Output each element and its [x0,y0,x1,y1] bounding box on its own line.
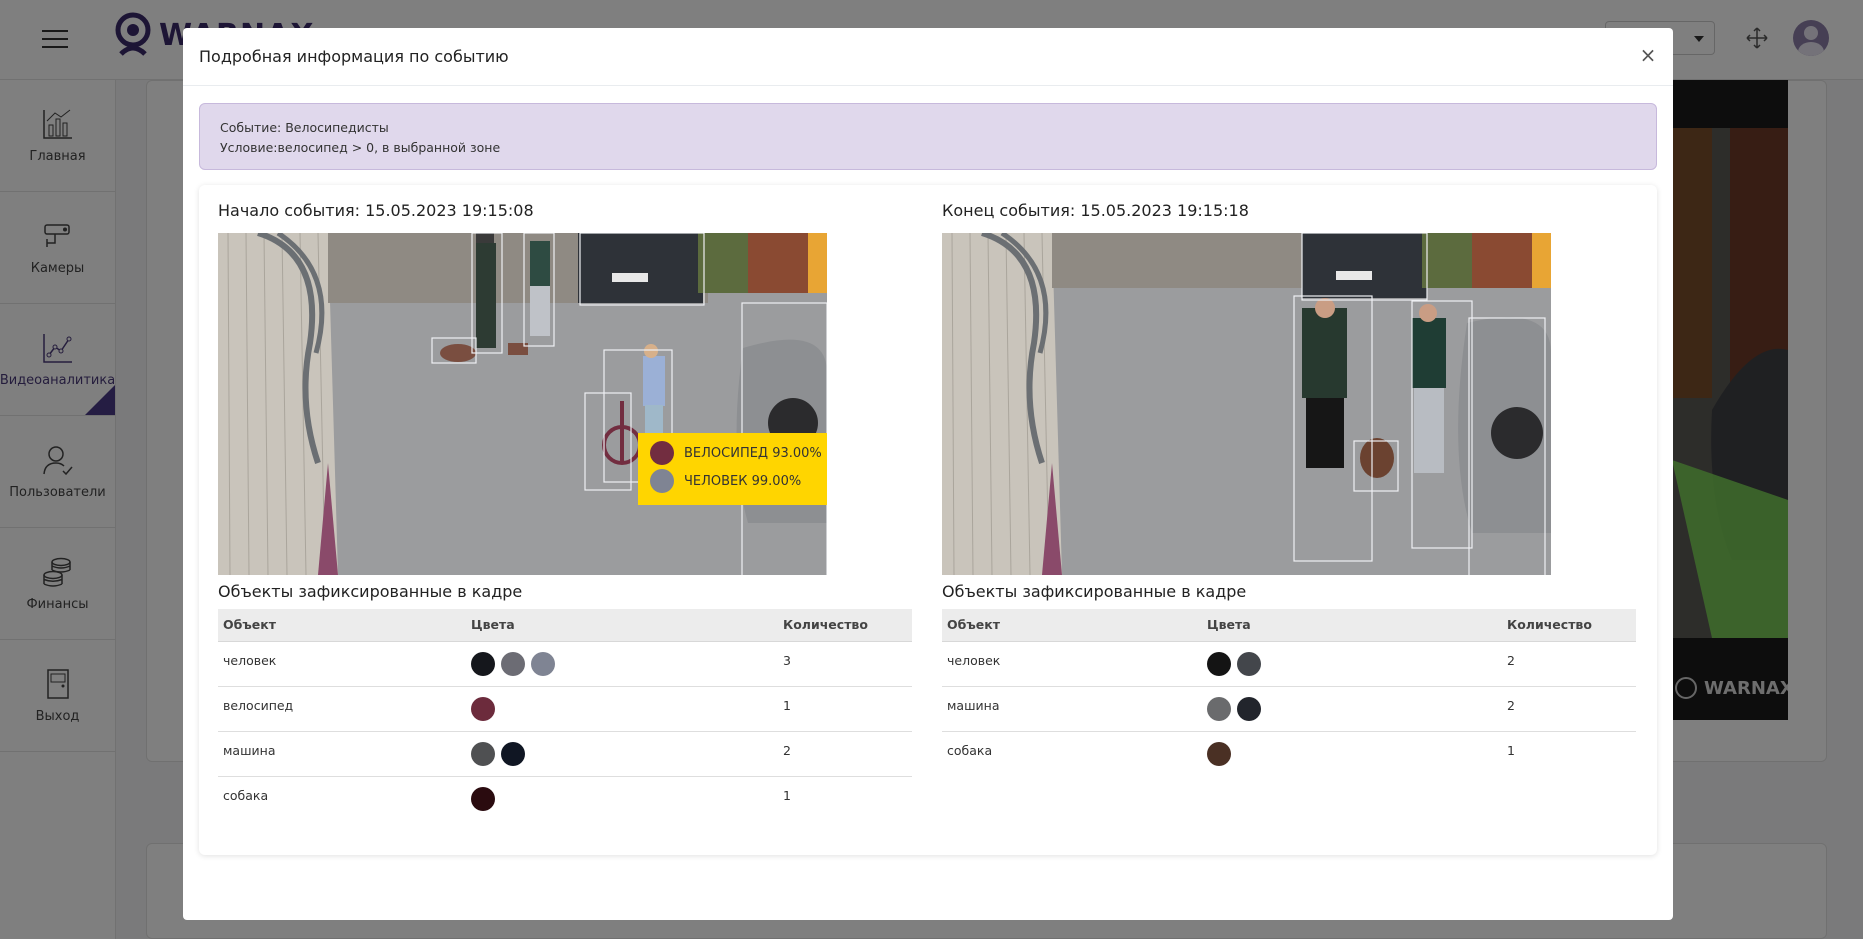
object-name: человек [947,653,1001,668]
col-object: Объект [218,609,466,642]
object-count: 2 [1507,698,1515,713]
col-colors: Цвета [466,609,778,642]
object-name: машина [947,698,1000,713]
object-name: машина [223,743,276,758]
color-swatch [1207,696,1231,721]
event-condition: Условие:велосипед > 0, в выбранной зоне [220,140,501,155]
object-name: собака [947,743,993,759]
color-swatch [471,651,495,676]
tooltip-label: ЧЕЛОВЕК 99.00% [684,473,802,489]
color-swatch [1207,741,1231,766]
object-cell: человек [218,641,466,687]
col-colors: Цвета [1202,609,1502,642]
colors-cell [1202,731,1502,776]
tooltip-row: ЧЕЛОВЕК 99.00% [650,467,826,495]
table-header-row: Объект Цвета Количество [942,609,1636,642]
colors-cell [1202,641,1502,687]
objects-table-start: Объект Цвета Количество человек 3 велосипе… [218,609,912,821]
object-count: 1 [783,788,791,804]
event-details-modal: Подробная информация по событию × Событи… [183,28,1673,920]
color-swatch [650,469,674,493]
object-cell: машина [218,731,466,777]
color-swatch [501,651,525,676]
table-row: собака 1 [218,776,912,821]
event-end-frame[interactable] [942,233,1551,575]
tooltip-label: ВЕЛОСИПЕД 93.00% [684,445,822,461]
objects-title: Объекты зафиксированные в кадре [942,582,1247,601]
object-name: человек [223,653,277,668]
table-header-row: Объект Цвета Количество [218,609,912,642]
object-name: собака [223,788,269,804]
col-count: Количество [1502,609,1636,642]
object-cell: собака [942,731,1202,776]
table-row: машина 2 [218,731,912,777]
event-end-title: Конец события: 15.05.2023 19:15:18 [942,201,1249,220]
table-row: велосипед 1 [218,686,912,732]
colors-cell [1202,686,1502,732]
count-cell: 2 [1502,641,1636,687]
color-swatch [1237,696,1261,721]
object-cell: собака [218,776,466,821]
object-count: 2 [783,743,791,758]
object-count: 3 [783,653,791,668]
objects-table-end: Объект Цвета Количество человек 2 машина 2 с… [942,609,1636,776]
color-swatch [1207,651,1231,676]
object-cell: машина [942,686,1202,732]
color-swatch [471,696,495,721]
object-cell: человек [942,641,1202,687]
colors-cell [466,686,778,732]
colors-cell [466,641,778,687]
object-cell: велосипед [218,686,466,732]
color-swatch [471,786,495,811]
object-count: 1 [783,698,791,713]
count-cell: 2 [778,731,912,777]
object-count: 2 [1507,653,1515,668]
close-icon[interactable]: × [1637,44,1659,66]
color-swatch [501,741,525,766]
table-row: человек 2 [942,641,1636,687]
count-cell: 1 [778,776,912,821]
table-row: машина 2 [942,686,1636,732]
event-start-title: Начало события: 15.05.2023 19:15:08 [218,201,534,220]
objects-title: Объекты зафиксированные в кадре [218,582,523,601]
event-type: Событие: Велосипедисты [220,120,389,135]
table-row: собака 1 [942,731,1636,776]
color-swatch [650,441,674,465]
event-start-frame[interactable]: ВЕЛОСИПЕД 93.00% ЧЕЛОВЕК 99.00% [218,233,827,575]
count-cell: 2 [1502,686,1636,732]
col-object: Объект [942,609,1202,642]
object-name: велосипед [223,698,294,713]
modal-header: Подробная информация по событию × [183,28,1673,86]
tooltip-row: ВЕЛОСИПЕД 93.00% [650,439,826,467]
table-body: человек 2 машина 2 собака 1 [942,641,1636,776]
detection-tooltip: ВЕЛОСИПЕД 93.00% ЧЕЛОВЕК 99.00% [638,433,827,505]
color-swatch [1237,651,1261,676]
event-info-alert: Событие: Велосипедисты Условие:велосипед… [199,103,1657,170]
table-body: человек 3 велосипед 1 машина 2 собака 1 [218,641,912,821]
colors-cell [466,731,778,777]
count-cell: 3 [778,641,912,687]
event-panel: Начало события: 15.05.2023 19:15:08 ВЕЛО… [199,185,1657,855]
object-count: 1 [1507,743,1515,759]
count-cell: 1 [1502,731,1636,776]
col-count: Количество [778,609,912,642]
colors-cell [466,776,778,821]
color-swatch [531,651,555,676]
color-swatch [471,741,495,766]
count-cell: 1 [778,686,912,732]
table-row: человек 3 [218,641,912,687]
modal-title: Подробная информация по событию [199,47,509,66]
